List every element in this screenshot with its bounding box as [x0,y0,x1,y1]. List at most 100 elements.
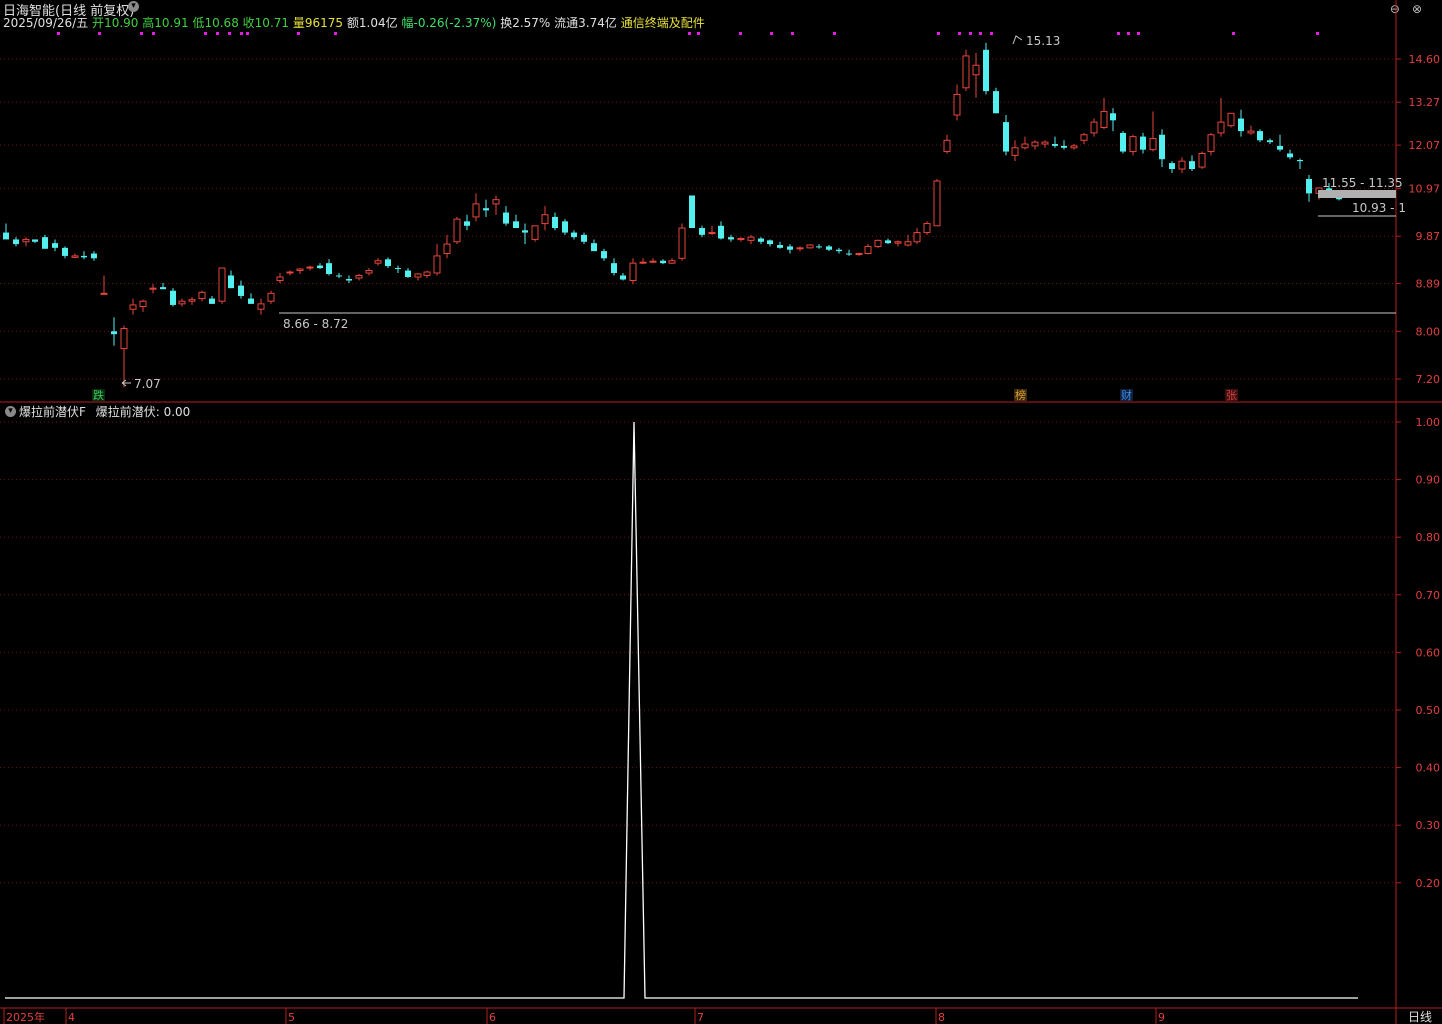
candle[interactable] [139,299,147,312]
candle[interactable] [1140,132,1146,154]
candle[interactable] [22,237,30,247]
candle[interactable] [855,252,863,256]
candle[interactable] [1041,140,1049,148]
candle[interactable] [209,295,215,304]
candle[interactable] [993,87,999,114]
candle[interactable] [492,195,500,215]
candle[interactable] [581,232,587,245]
candle[interactable] [1149,111,1157,152]
candle[interactable] [32,239,38,244]
candle[interactable] [777,241,783,249]
candle[interactable] [923,221,931,235]
candle[interactable] [531,225,539,242]
candle[interactable] [737,237,745,242]
candle[interactable] [758,237,764,245]
candle[interactable] [885,238,891,245]
candle[interactable] [170,288,176,307]
candle[interactable] [81,251,87,260]
candle[interactable] [423,270,431,278]
candle[interactable] [629,258,637,285]
candle[interactable] [120,325,128,388]
candle[interactable] [91,251,97,261]
candle[interactable] [267,290,275,304]
candle[interactable] [562,219,568,235]
candle[interactable] [1021,136,1029,150]
candle[interactable] [306,265,314,271]
candle[interactable] [276,272,284,284]
candle[interactable] [238,280,244,299]
candle[interactable] [326,259,332,276]
candle[interactable] [904,234,912,247]
candle[interactable] [1178,157,1186,173]
candle[interactable] [1238,109,1244,137]
candle[interactable] [1247,125,1255,135]
candle[interactable] [472,193,480,222]
candle[interactable] [699,225,705,238]
candle[interactable] [601,248,607,261]
candle[interactable] [414,272,422,281]
candle[interactable] [365,268,373,276]
candle[interactable] [649,258,657,264]
candle[interactable] [188,296,196,305]
candle[interactable] [767,239,773,247]
candle[interactable] [52,239,58,252]
candle[interactable] [806,244,814,249]
candle[interactable] [1003,115,1009,156]
candle[interactable] [1169,161,1175,173]
candle[interactable] [374,258,382,266]
candle[interactable] [111,317,117,346]
candle[interactable] [611,258,617,276]
candle[interactable] [71,253,79,259]
candle[interactable] [385,257,391,269]
candle[interactable] [443,234,451,259]
candle[interactable] [1159,129,1165,168]
candle[interactable] [1052,136,1058,148]
candle[interactable] [894,240,902,247]
candle[interactable] [1287,149,1293,160]
candle[interactable] [13,237,19,247]
candle[interactable] [42,234,48,249]
candle[interactable] [1061,140,1067,150]
candle[interactable] [953,84,961,121]
candle[interactable] [983,42,989,95]
candle[interactable] [962,49,970,92]
candle[interactable] [1080,132,1088,145]
candle[interactable] [943,134,951,154]
candle[interactable] [62,246,68,259]
candle[interactable] [718,221,724,240]
kline-chart[interactable]: 14.60 13.27 12.07 10.97 9.87 8.89 8.00 7.20 1.0… [0,0,1442,1024]
candle[interactable] [503,206,509,226]
candle[interactable] [522,223,528,245]
candle[interactable] [346,275,352,284]
candle[interactable] [933,179,941,227]
candle[interactable] [257,298,265,315]
candle[interactable] [787,244,793,254]
candle[interactable] [228,270,234,289]
candle[interactable] [405,268,411,278]
candle[interactable] [433,244,441,276]
candle[interactable] [513,214,519,229]
candle[interactable] [100,275,108,295]
candle[interactable] [1207,132,1215,156]
candle[interactable] [620,272,626,281]
candle[interactable] [248,293,254,304]
candle[interactable] [796,246,804,252]
candle[interactable] [1267,138,1273,145]
candle[interactable] [708,225,716,235]
candle[interactable] [1011,140,1019,162]
candle[interactable] [591,239,597,252]
candle[interactable] [336,272,342,278]
candle[interactable] [836,247,842,254]
candle[interactable] [1031,140,1039,150]
candle[interactable] [913,228,921,245]
candle[interactable] [571,230,577,240]
candle[interactable] [1120,131,1126,154]
candle[interactable] [816,244,822,249]
candle[interactable] [464,214,470,231]
candle[interactable] [483,199,489,217]
candle[interactable] [317,263,323,270]
candle[interactable] [453,216,461,245]
candle[interactable] [395,265,401,273]
candle[interactable] [1227,112,1235,128]
candle[interactable] [826,245,832,252]
